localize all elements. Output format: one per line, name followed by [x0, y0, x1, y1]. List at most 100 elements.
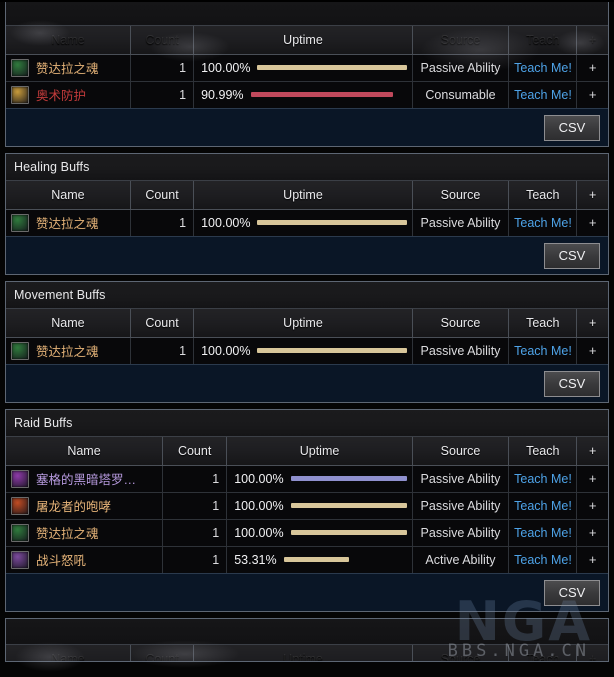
buff-table: Name Count Uptime Source Teach + 塞格的黑暗塔罗…	[6, 437, 608, 573]
col-header-uptime[interactable]: Uptime	[193, 26, 413, 55]
buff-icon[interactable]	[11, 213, 29, 232]
csv-button[interactable]: CSV	[544, 579, 600, 606]
cell-add[interactable]: +	[576, 81, 608, 108]
buff-icon[interactable]	[11, 496, 29, 515]
plus-icon[interactable]: +	[589, 525, 597, 540]
table-body-clipped-top: 赞达拉之魂 1 100.00% Passive Ability Teach Me! + 奥术…	[6, 54, 608, 108]
table-body-raid-buffs: 塞格的黑暗塔罗… 1 100.00% Passive Ability Teach Me!…	[6, 465, 608, 573]
cell-name[interactable]: 塞格的黑暗塔罗…	[6, 465, 164, 493]
teach-me-link[interactable]: Teach Me!	[514, 526, 572, 540]
teach-me-link[interactable]: Teach Me!	[514, 216, 572, 230]
col-header-count[interactable]: Count	[130, 181, 195, 210]
cell-name[interactable]: 战斗怒吼	[6, 546, 164, 573]
csv-button[interactable]: CSV	[544, 114, 600, 141]
table-row[interactable]: 赞达拉之魂 1 100.00% Passive Ability Teach Me! +	[6, 54, 608, 82]
col-header-source[interactable]: Source	[412, 309, 510, 338]
teach-me-link[interactable]: Teach Me!	[514, 472, 572, 486]
cell-teach[interactable]: Teach Me!	[508, 519, 578, 547]
cell-name[interactable]: 赞达拉之魂	[6, 519, 164, 547]
teach-me-link[interactable]: Teach Me!	[514, 553, 572, 567]
cell-name[interactable]: 赞达拉之魂	[6, 209, 131, 236]
cell-name[interactable]: 赞达拉之魂	[6, 337, 131, 364]
col-header-plus[interactable]: +	[576, 437, 608, 466]
col-header-name[interactable]: Name	[6, 181, 131, 210]
cell-source: Active Ability	[412, 546, 510, 573]
col-header-name[interactable]: Name	[6, 645, 131, 661]
cell-add[interactable]: +	[576, 337, 608, 364]
cell-teach[interactable]: Teach Me!	[508, 209, 578, 236]
table-row[interactable]: 赞达拉之魂 1 100.00% Passive Ability Teach Me! +	[6, 337, 608, 364]
col-header-name[interactable]: Name	[6, 437, 164, 466]
table-row[interactable]: 战斗怒吼 1 53.31% Active Ability Teach Me! +	[6, 546, 608, 573]
teach-me-link[interactable]: Teach Me!	[514, 61, 572, 75]
cell-add[interactable]: +	[576, 546, 608, 573]
col-header-count[interactable]: Count	[130, 645, 195, 661]
plus-icon[interactable]: +	[589, 343, 597, 358]
col-header-count[interactable]: Count	[130, 309, 195, 338]
teach-me-link[interactable]: Teach Me!	[514, 499, 572, 513]
col-header-name[interactable]: Name	[6, 309, 131, 338]
table-row[interactable]: 赞达拉之魂 1 100.00% Passive Ability Teach Me! +	[6, 209, 608, 236]
col-header-count[interactable]: Count	[162, 437, 228, 466]
table-row[interactable]: 奥术防护 1 90.99% Consumable Teach Me! +	[6, 81, 608, 108]
plus-icon[interactable]: +	[589, 60, 597, 75]
cell-teach[interactable]: Teach Me!	[508, 546, 578, 573]
col-header-source[interactable]: Source	[412, 645, 510, 661]
cell-add[interactable]: +	[576, 54, 608, 82]
buff-icon[interactable]	[11, 523, 29, 542]
plus-icon[interactable]: +	[589, 552, 597, 567]
cell-teach[interactable]: Teach Me!	[508, 465, 578, 493]
col-header-uptime[interactable]: Uptime	[226, 437, 413, 466]
table-row[interactable]: 屠龙者的咆哮 1 100.00% Passive Ability Teach Me! +	[6, 492, 608, 520]
col-header-teach[interactable]: Teach	[508, 309, 578, 338]
table-row[interactable]: 赞达拉之魂 1 100.00% Passive Ability Teach Me! +	[6, 519, 608, 547]
cell-teach[interactable]: Teach Me!	[508, 492, 578, 520]
col-header-plus[interactable]: +	[576, 645, 608, 661]
col-header-source[interactable]: Source	[412, 26, 510, 55]
csv-button[interactable]: CSV	[544, 370, 600, 397]
cell-uptime: 100.00%	[226, 465, 413, 493]
uptime-bar-fill	[257, 348, 407, 354]
col-header-uptime[interactable]: Uptime	[193, 181, 413, 210]
col-header-teach[interactable]: Teach	[508, 437, 578, 466]
cell-name[interactable]: 赞达拉之魂	[6, 54, 131, 82]
buff-name: 屠龙者的咆哮	[36, 500, 112, 514]
table-row[interactable]: 塞格的黑暗塔罗… 1 100.00% Passive Ability Teach Me!…	[6, 465, 608, 493]
teach-me-link[interactable]: Teach Me!	[514, 344, 572, 358]
cell-add[interactable]: +	[576, 492, 608, 520]
col-header-count[interactable]: Count	[130, 26, 195, 55]
cell-add[interactable]: +	[576, 519, 608, 547]
col-header-teach[interactable]: Teach	[508, 645, 578, 661]
buff-icon[interactable]	[11, 550, 29, 569]
col-header-plus[interactable]: +	[576, 26, 608, 55]
teach-me-link[interactable]: Teach Me!	[514, 88, 572, 102]
buff-icon[interactable]	[11, 341, 29, 360]
col-header-source[interactable]: Source	[412, 437, 510, 466]
cell-source: Passive Ability	[412, 54, 510, 82]
cell-name[interactable]: 奥术防护	[6, 81, 131, 108]
plus-icon[interactable]: +	[589, 498, 597, 513]
buff-icon[interactable]	[11, 85, 29, 104]
buff-name: 战斗怒吼	[36, 554, 87, 569]
plus-icon[interactable]: +	[589, 87, 597, 102]
cell-name[interactable]: 屠龙者的咆哮	[6, 492, 164, 520]
plus-icon[interactable]: +	[589, 215, 597, 230]
cell-teach[interactable]: Teach Me!	[508, 337, 578, 364]
cell-teach[interactable]: Teach Me!	[508, 54, 578, 82]
plus-icon[interactable]: +	[589, 471, 597, 486]
cell-add[interactable]: +	[576, 209, 608, 236]
col-header-source[interactable]: Source	[412, 181, 510, 210]
col-header-teach[interactable]: Teach	[508, 26, 578, 55]
cell-add[interactable]: +	[576, 465, 608, 493]
cell-teach[interactable]: Teach Me!	[508, 81, 578, 108]
col-header-teach[interactable]: Teach	[508, 181, 578, 210]
buff-icon[interactable]	[11, 469, 29, 488]
buff-icon[interactable]	[11, 58, 29, 77]
col-header-plus[interactable]: +	[576, 309, 608, 338]
col-header-plus[interactable]: +	[576, 181, 608, 210]
cell-count: 1	[130, 81, 195, 108]
col-header-uptime[interactable]: Uptime	[193, 309, 413, 338]
col-header-uptime[interactable]: Uptime	[193, 645, 413, 661]
csv-button[interactable]: CSV	[544, 242, 600, 269]
col-header-name[interactable]: Name	[6, 26, 131, 55]
